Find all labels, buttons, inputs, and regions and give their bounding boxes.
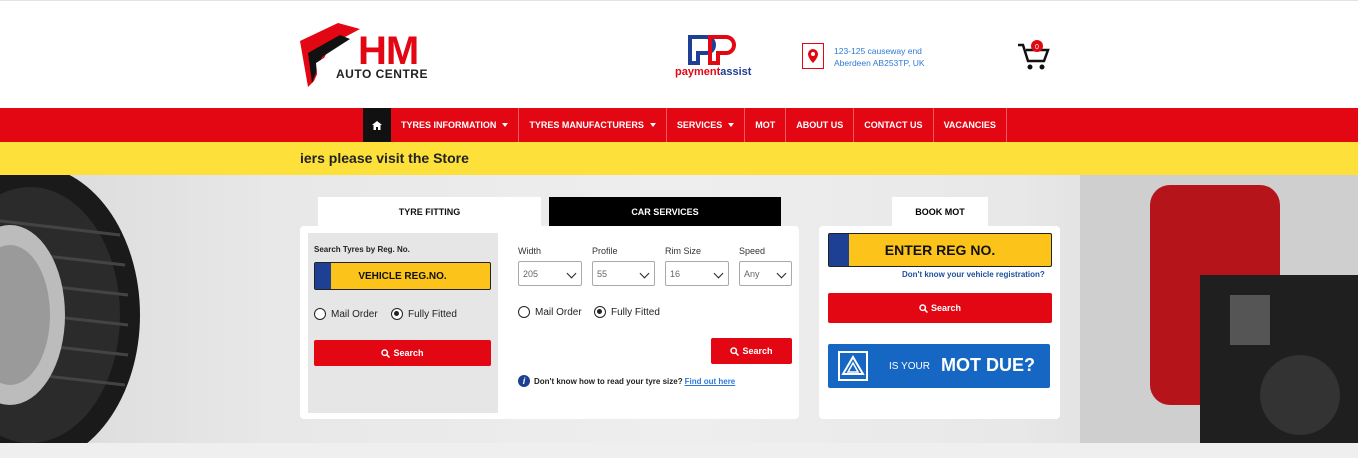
- caret-down-icon: [728, 123, 735, 127]
- eu-flag-icon: [315, 263, 331, 289]
- home-icon[interactable]: [363, 108, 391, 142]
- vehicle-registration-help-link[interactable]: Don't know your vehicle registration?: [902, 270, 1045, 279]
- nav-label: SERVICES: [676, 120, 723, 130]
- payment-text: payment: [675, 66, 721, 78]
- mot-triangle-icon: [838, 351, 868, 381]
- logo-sub-text: AUTO CENTRE: [336, 67, 428, 81]
- caret-down-icon: [649, 123, 656, 127]
- announcement-ticker: iers please visit the Store: [0, 142, 1358, 175]
- help-text: Don't know how to read your tyre size?: [534, 376, 683, 386]
- nav-about-us[interactable]: ABOUT US: [786, 108, 855, 142]
- select-value: 16: [670, 268, 681, 279]
- cart-icon[interactable]: 0: [1016, 39, 1052, 73]
- reg-search-button[interactable]: Search: [314, 340, 491, 366]
- size-search-button[interactable]: Search: [711, 338, 792, 364]
- chevron-down-icon: [776, 268, 787, 279]
- site-header: HM AUTO CENTRE paymentassist 123-125 cau…: [0, 0, 1358, 108]
- info-icon: i: [518, 375, 530, 387]
- location-pin-icon: [802, 43, 824, 69]
- main-nav: TYRES INFORMATION TYRES MANUFACTURERS SE…: [0, 108, 1358, 142]
- eu-flag-icon: [829, 234, 849, 266]
- speed-select[interactable]: Any: [739, 261, 792, 286]
- radio-circle: [391, 308, 403, 320]
- store-address[interactable]: 123-125 causeway end Aberdeen AB253TP, U…: [834, 45, 925, 69]
- search-label: Search: [742, 346, 773, 356]
- search-icon: [919, 303, 928, 313]
- tab-car-services[interactable]: CAR SERVICES: [549, 197, 781, 227]
- mot-reg-placeholder: ENTER REG NO.: [884, 242, 996, 258]
- radio-circle: [594, 306, 606, 318]
- width-label: Width: [518, 246, 542, 256]
- nav-label: TYRES MANUFACTURERS: [529, 120, 644, 130]
- nav-mot[interactable]: MOT: [745, 108, 787, 142]
- mot-banner-small-text: IS YOUR: [889, 361, 930, 372]
- mot-reg-input[interactable]: ENTER REG NO.: [828, 233, 1052, 267]
- nav-tyres-information[interactable]: TYRES INFORMATION: [391, 108, 520, 142]
- nav-tyres-manufacturers[interactable]: TYRES MANUFACTURERS: [519, 108, 667, 142]
- nav-label: TYRES INFORMATION: [401, 120, 497, 130]
- mot-banner-big-text: MOT DUE?: [941, 355, 1035, 375]
- width-select[interactable]: 205: [518, 261, 582, 286]
- nav-services[interactable]: SERVICES: [667, 108, 746, 142]
- radio-label: Fully Fitted: [408, 308, 457, 320]
- reg-search-label: Search Tyres by Reg. No.: [314, 245, 410, 254]
- search-icon: [730, 346, 740, 356]
- cart-count-badge: 0: [1035, 44, 1039, 51]
- nav-label: MOT: [755, 120, 776, 130]
- select-value: Any: [744, 268, 760, 279]
- reg-search-section: [308, 233, 498, 413]
- nav-label: VACANCIES: [943, 120, 996, 130]
- radio-fully-fitted[interactable]: Fully Fitted: [391, 308, 457, 320]
- search-label: Search: [393, 348, 424, 358]
- select-value: 55: [597, 268, 608, 279]
- size-radio-fully-fitted[interactable]: Fully Fitted: [594, 306, 660, 318]
- tyre-size-help: i Don't know how to read your tyre size?…: [518, 375, 735, 387]
- radio-mail-order[interactable]: Mail Order: [314, 308, 378, 320]
- radio-label: Mail Order: [535, 306, 582, 318]
- ticker-text: iers please visit the Store: [300, 150, 469, 166]
- address-line-1: 123-125 causeway end: [834, 46, 922, 56]
- mot-due-banner[interactable]: IS YOUR MOT DUE?: [828, 344, 1050, 388]
- size-radio-mail-order[interactable]: Mail Order: [518, 306, 582, 318]
- rim-size-select[interactable]: 16: [665, 261, 729, 286]
- chevron-down-icon: [713, 268, 724, 279]
- nav-contact-us[interactable]: CONTACT US: [854, 108, 934, 142]
- nav-label: CONTACT US: [864, 120, 923, 130]
- chevron-down-icon: [566, 268, 577, 279]
- profile-label: Profile: [592, 246, 618, 256]
- assist-text: assist: [720, 66, 752, 78]
- speed-label: Speed: [739, 246, 766, 256]
- find-out-here-link[interactable]: Find out here: [685, 377, 736, 386]
- reg-placeholder: VEHICLE REG.NO.: [358, 270, 447, 282]
- search-label: Search: [930, 303, 962, 313]
- vehicle-reg-input[interactable]: VEHICLE REG.NO.: [314, 262, 491, 290]
- nav-vacancies[interactable]: VACANCIES: [934, 108, 1007, 142]
- radio-label: Mail Order: [331, 308, 378, 320]
- radio-label: Fully Fitted: [611, 306, 660, 318]
- tab-book-mot[interactable]: BOOK MOT: [892, 197, 988, 227]
- select-value: 205: [523, 268, 539, 279]
- bottom-strip: [0, 443, 1358, 458]
- radio-circle: [518, 306, 530, 318]
- mot-search-button[interactable]: Search: [828, 293, 1052, 323]
- rim-size-label: Rim Size: [665, 246, 702, 256]
- logo-main-text: HM: [358, 29, 419, 73]
- radio-circle: [314, 308, 326, 320]
- nav-label: ABOUT US: [796, 120, 844, 130]
- payment-assist-text: paymentassist: [675, 66, 751, 78]
- chevron-down-icon: [639, 268, 650, 279]
- profile-select[interactable]: 55: [592, 261, 655, 286]
- tab-tyre-fitting[interactable]: TYRE FITTING: [318, 197, 541, 227]
- address-line-2: Aberdeen AB253TP, UK: [834, 58, 925, 68]
- caret-down-icon: [502, 123, 509, 127]
- search-icon: [381, 348, 391, 358]
